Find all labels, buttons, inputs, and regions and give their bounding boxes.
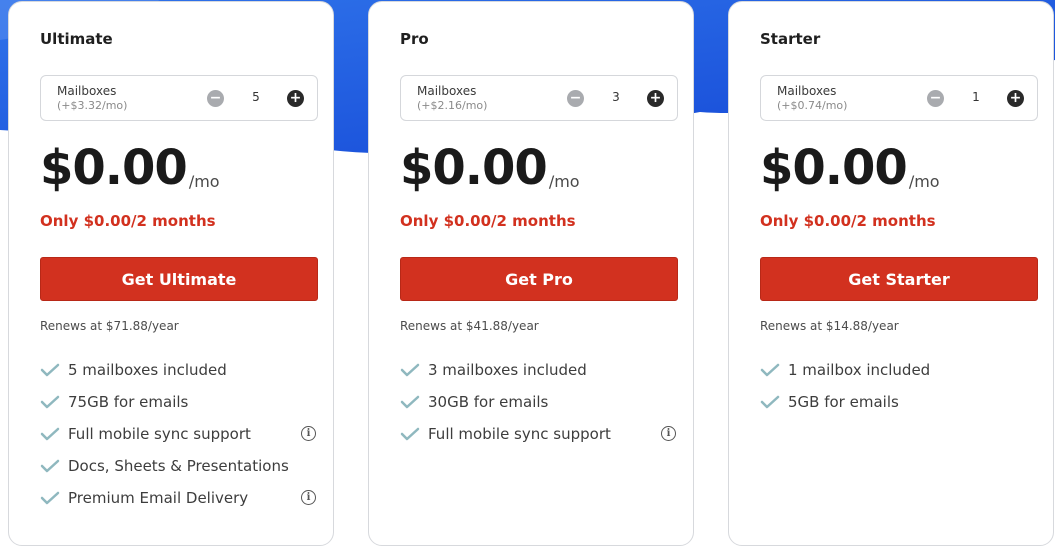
- plan-title: Starter: [760, 30, 821, 48]
- promo-text: Only $0.00/2 months: [400, 212, 576, 230]
- promo-text: Only $0.00/2 months: [760, 212, 936, 230]
- plan-title: Pro: [400, 30, 429, 48]
- info-icon[interactable]: i: [661, 426, 676, 441]
- feature-item: 5GB for emails: [760, 386, 1040, 418]
- feature-list: 1 mailbox included 5GB for emails: [760, 354, 1040, 418]
- mailbox-quantity: 1: [972, 90, 980, 104]
- price-amount: $0.00: [40, 140, 188, 196]
- check-icon: [40, 491, 60, 505]
- check-icon: [760, 363, 780, 377]
- check-icon: [400, 395, 420, 409]
- check-icon: [40, 363, 60, 377]
- price: $0.00 /mo: [400, 138, 580, 198]
- feature-text: Premium Email Delivery: [68, 489, 249, 507]
- mailbox-label: Mailboxes: [417, 84, 477, 98]
- feature-text: 5GB for emails: [788, 393, 899, 411]
- check-icon: [400, 427, 420, 441]
- mailbox-price: (+$2.16/mo): [417, 99, 488, 112]
- check-icon: [40, 427, 60, 441]
- price: $0.00 /mo: [760, 138, 940, 198]
- feature-text: 3 mailboxes included: [428, 361, 587, 379]
- feature-list: 5 mailboxes included 75GB for emails Ful…: [40, 354, 320, 514]
- price: $0.00 /mo: [40, 138, 220, 198]
- feature-text: 1 mailbox included: [788, 361, 931, 379]
- check-icon: [400, 363, 420, 377]
- minus-circle-icon[interactable]: −: [927, 90, 944, 107]
- plan-card-pro: Pro Mailboxes (+$2.16/mo) − 3 + $0.00 /m…: [368, 1, 694, 546]
- info-icon[interactable]: i: [301, 490, 316, 505]
- minus-circle-icon[interactable]: −: [567, 90, 584, 107]
- mailbox-selector: Mailboxes (+$0.74/mo) − 1 +: [760, 75, 1038, 121]
- check-icon: [760, 395, 780, 409]
- feature-item: 75GB for emails: [40, 386, 320, 418]
- minus-circle-icon[interactable]: −: [207, 90, 224, 107]
- price-unit: /mo: [548, 172, 580, 191]
- feature-text: Full mobile sync support: [428, 425, 611, 443]
- check-icon: [40, 395, 60, 409]
- promo-text: Only $0.00/2 months: [40, 212, 216, 230]
- feature-text: 5 mailboxes included: [68, 361, 227, 379]
- plus-circle-icon[interactable]: +: [287, 90, 304, 107]
- feature-item: 3 mailboxes included: [400, 354, 680, 386]
- feature-item: 30GB for emails: [400, 386, 680, 418]
- renews-text: Renews at $14.88/year: [760, 319, 899, 333]
- plan-card-ultimate: Ultimate Mailboxes (+$3.32/mo) − 5 + $0.…: [8, 1, 334, 546]
- feature-item: Full mobile sync support i: [40, 418, 320, 450]
- mailbox-selector: Mailboxes (+$2.16/mo) − 3 +: [400, 75, 678, 121]
- feature-list: 3 mailboxes included 30GB for emails Ful…: [400, 354, 680, 450]
- mailbox-label: Mailboxes: [57, 84, 117, 98]
- feature-text: Full mobile sync support: [68, 425, 251, 443]
- mailbox-label: Mailboxes: [777, 84, 837, 98]
- get-starter-button[interactable]: Get Starter: [760, 257, 1038, 301]
- mailbox-selector: Mailboxes (+$3.32/mo) − 5 +: [40, 75, 318, 121]
- mailbox-price: (+$3.32/mo): [57, 99, 128, 112]
- info-icon[interactable]: i: [301, 426, 316, 441]
- get-pro-button[interactable]: Get Pro: [400, 257, 678, 301]
- plan-card-starter: Starter Mailboxes (+$0.74/mo) − 1 + $0.0…: [728, 1, 1054, 546]
- get-ultimate-button[interactable]: Get Ultimate: [40, 257, 318, 301]
- plus-circle-icon[interactable]: +: [1007, 90, 1024, 107]
- feature-text: 75GB for emails: [68, 393, 189, 411]
- price-amount: $0.00: [760, 140, 908, 196]
- mailbox-price: (+$0.74/mo): [777, 99, 848, 112]
- feature-item: Docs, Sheets & Presentations: [40, 450, 320, 482]
- plus-circle-icon[interactable]: +: [647, 90, 664, 107]
- price-amount: $0.00: [400, 140, 548, 196]
- feature-text: Docs, Sheets & Presentations: [68, 457, 289, 475]
- feature-item: 1 mailbox included: [760, 354, 1040, 386]
- feature-item: Full mobile sync support i: [400, 418, 680, 450]
- mailbox-quantity: 3: [612, 90, 620, 104]
- feature-item: 5 mailboxes included: [40, 354, 320, 386]
- renews-text: Renews at $71.88/year: [40, 319, 179, 333]
- price-unit: /mo: [908, 172, 940, 191]
- feature-item: Premium Email Delivery i: [40, 482, 320, 514]
- mailbox-quantity: 5: [252, 90, 260, 104]
- check-icon: [40, 459, 60, 473]
- price-unit: /mo: [188, 172, 220, 191]
- plan-title: Ultimate: [40, 30, 113, 48]
- renews-text: Renews at $41.88/year: [400, 319, 539, 333]
- feature-text: 30GB for emails: [428, 393, 549, 411]
